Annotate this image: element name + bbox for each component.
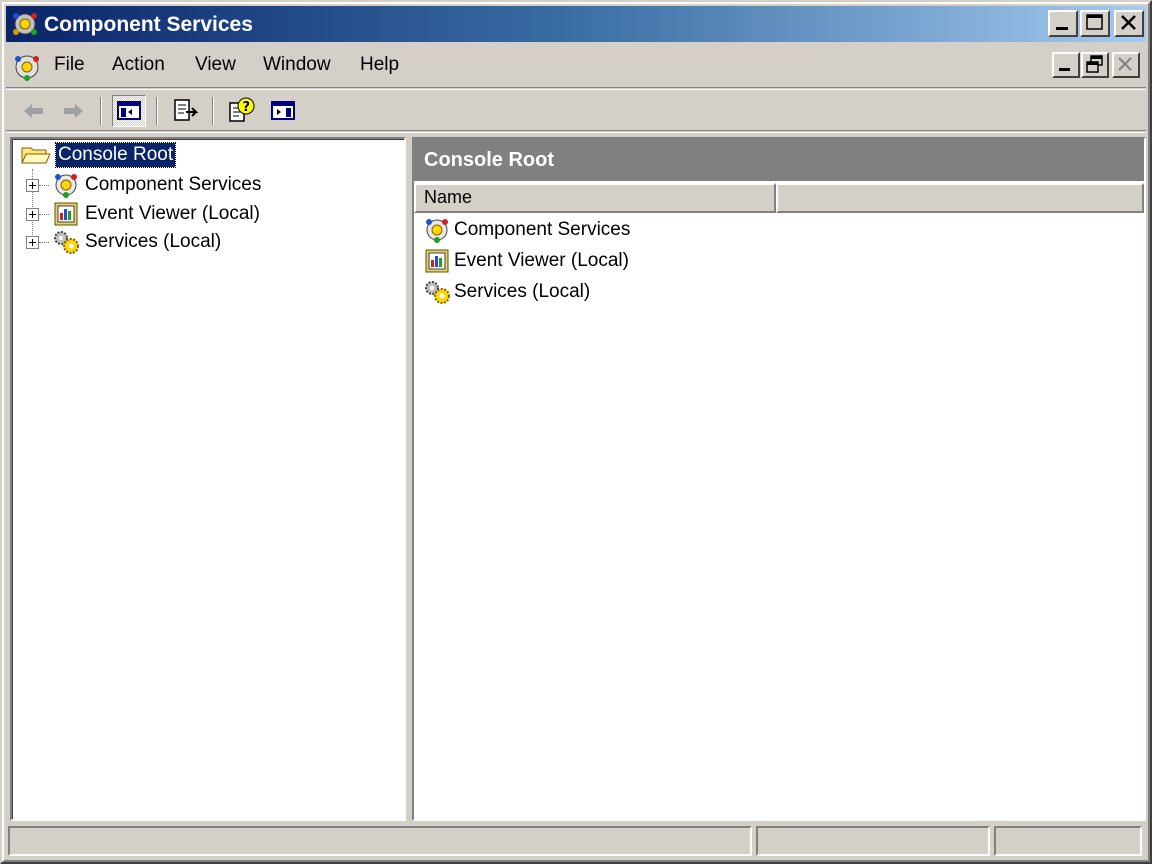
help-icon: ? <box>229 97 255 122</box>
restore-icon <box>1086 55 1103 73</box>
menu-help[interactable]: Help <box>360 54 399 76</box>
details-pane-title: Console Root <box>424 149 554 171</box>
list-item-label: Event Viewer (Local) <box>454 250 629 271</box>
details-pane-header: Console Root <box>414 139 1144 181</box>
mdi-restore-button[interactable] <box>1081 52 1109 78</box>
menu-action[interactable]: Action <box>112 54 165 76</box>
component-services-window: Component Services File Action View Wind… <box>0 0 1152 864</box>
column-header-blank[interactable] <box>776 183 1144 213</box>
tree-root-label: Console Root <box>54 142 177 168</box>
mdi-close-button[interactable] <box>1112 52 1140 78</box>
list-item-label: Services (Local) <box>454 281 591 302</box>
forward-arrow-icon <box>64 104 83 118</box>
list-item-services[interactable]: Services (Local) <box>422 277 590 307</box>
list-item-event-viewer[interactable]: Event Viewer (Local) <box>422 246 629 276</box>
menu-window[interactable]: Window <box>263 54 331 76</box>
status-panel-3 <box>994 826 1142 856</box>
mdi-buttons <box>1051 52 1140 78</box>
status-bar <box>6 824 1146 858</box>
minimize-icon <box>1059 68 1070 71</box>
tree-item-label: Event Viewer (Local) <box>85 203 260 224</box>
show-hide-tree-button[interactable] <box>112 95 146 127</box>
tree-item-label: Component Services <box>85 174 262 195</box>
folder-open-icon <box>21 147 51 164</box>
menu-file[interactable]: File <box>54 54 85 76</box>
event-viewer-icon <box>54 202 78 226</box>
menu-view[interactable]: View <box>195 54 236 76</box>
tree-item-services[interactable]: Services (Local) <box>26 229 221 255</box>
expand-icon[interactable] <box>26 235 39 249</box>
tree-root[interactable]: Console Root <box>20 142 177 168</box>
menu-bar: File Action View Window Help <box>6 44 1146 88</box>
close-button[interactable] <box>1114 10 1144 37</box>
details-pane[interactable]: Console Root Name Component Services Eve… <box>412 137 1146 821</box>
list-item-label: Component Services <box>454 219 631 240</box>
services-gears-icon <box>425 281 450 304</box>
close-icon <box>1121 15 1136 30</box>
maximize-button[interactable] <box>1080 10 1110 37</box>
close-icon <box>1118 57 1132 71</box>
status-panel-2 <box>756 826 990 856</box>
svg-text:?: ? <box>243 100 251 115</box>
help-button[interactable]: ? <box>224 95 258 127</box>
export-list-button[interactable] <box>168 95 202 127</box>
show-hide-tree-icon <box>117 101 141 120</box>
event-viewer-icon <box>425 249 449 273</box>
console-menu-icon[interactable] <box>12 52 42 82</box>
services-gears-icon <box>54 231 79 254</box>
forward-button[interactable] <box>56 95 90 127</box>
maximize-icon <box>1086 14 1103 30</box>
back-arrow-icon <box>24 104 43 118</box>
component-services-app-icon[interactable] <box>10 10 40 38</box>
tree-pane[interactable]: Console Root Component Services Event Vi… <box>10 137 406 821</box>
expand-icon[interactable] <box>26 207 39 221</box>
minimize-button[interactable] <box>1048 10 1078 37</box>
tree-item-label: Services (Local) <box>85 231 222 252</box>
tree-item-component-services[interactable]: Component Services <box>26 172 261 198</box>
expand-icon[interactable] <box>26 178 39 192</box>
list-item-component-services[interactable]: Component Services <box>422 215 630 245</box>
show-hide-action-pane-button[interactable] <box>266 95 300 127</box>
window-title: Component Services <box>44 13 253 36</box>
export-list-icon <box>174 99 199 121</box>
title-buttons <box>1046 10 1144 37</box>
list-column-headers: Name <box>414 183 1144 213</box>
title-bar[interactable]: Component Services <box>6 6 1146 42</box>
component-services-icon <box>55 174 77 198</box>
tree-item-event-viewer[interactable]: Event Viewer (Local) <box>26 201 260 227</box>
component-services-icon <box>426 219 448 243</box>
status-panel-main <box>8 826 752 856</box>
column-header-name[interactable]: Name <box>414 183 776 213</box>
mdi-minimize-button[interactable] <box>1052 52 1080 78</box>
toolbar: ? <box>6 91 1146 131</box>
back-button[interactable] <box>16 95 50 127</box>
minimize-icon <box>1056 27 1068 30</box>
show-hide-action-pane-icon <box>271 101 295 120</box>
